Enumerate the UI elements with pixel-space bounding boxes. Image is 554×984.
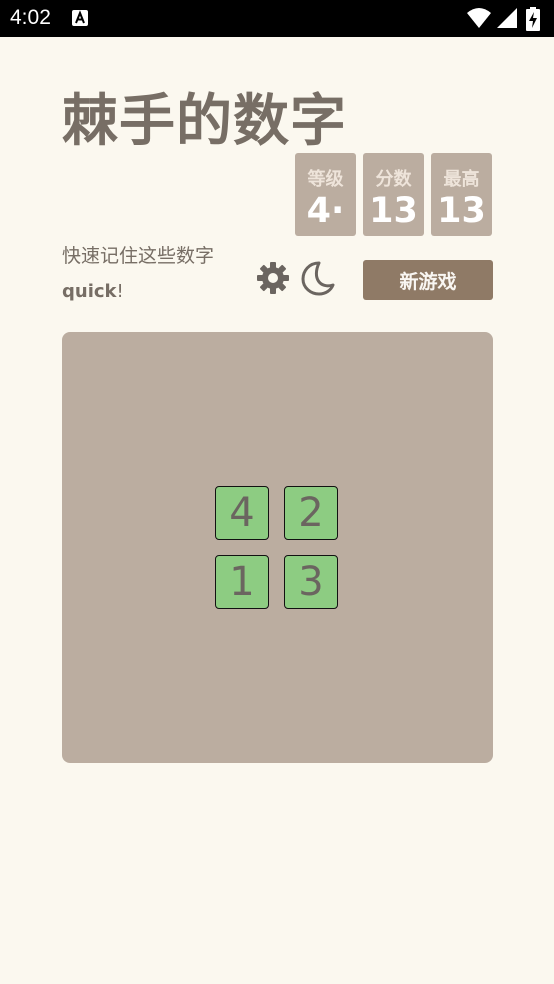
number-tile[interactable]: 3 bbox=[284, 555, 338, 609]
level-box: 等级 4· bbox=[295, 153, 356, 236]
number-tile[interactable]: 1 bbox=[215, 555, 269, 609]
a-notification-icon bbox=[72, 10, 88, 26]
best-label: 最高 bbox=[443, 169, 480, 190]
app-title: 棘手的数字 bbox=[62, 89, 347, 154]
quick-exclaim: ! bbox=[116, 281, 124, 302]
score-label: 分数 bbox=[375, 169, 412, 190]
score-box: 分数 13 bbox=[363, 153, 424, 236]
status-time: 4:02 bbox=[10, 6, 51, 29]
best-box: 最高 13 bbox=[431, 153, 492, 236]
gear-icon[interactable] bbox=[255, 260, 291, 296]
cell-signal-icon bbox=[497, 8, 517, 28]
number-tile[interactable]: 4 bbox=[215, 486, 269, 540]
wifi-icon bbox=[467, 8, 491, 28]
game-board: 4 2 1 3 bbox=[62, 332, 493, 763]
level-value: 4· bbox=[306, 191, 345, 231]
intro-quick-text: quick! bbox=[62, 281, 124, 302]
level-label: 等级 bbox=[307, 169, 344, 190]
number-tile[interactable]: 2 bbox=[284, 486, 338, 540]
moon-icon[interactable] bbox=[300, 259, 336, 297]
intro-text: 快速记住这些数字 bbox=[62, 245, 215, 267]
best-value: 13 bbox=[437, 191, 486, 231]
score-value: 13 bbox=[369, 191, 418, 231]
status-bar: 4:02 bbox=[0, 0, 554, 37]
quick-word: quick bbox=[62, 281, 117, 302]
new-game-button[interactable]: 新游戏 bbox=[363, 260, 493, 300]
battery-charging-icon bbox=[526, 7, 540, 31]
